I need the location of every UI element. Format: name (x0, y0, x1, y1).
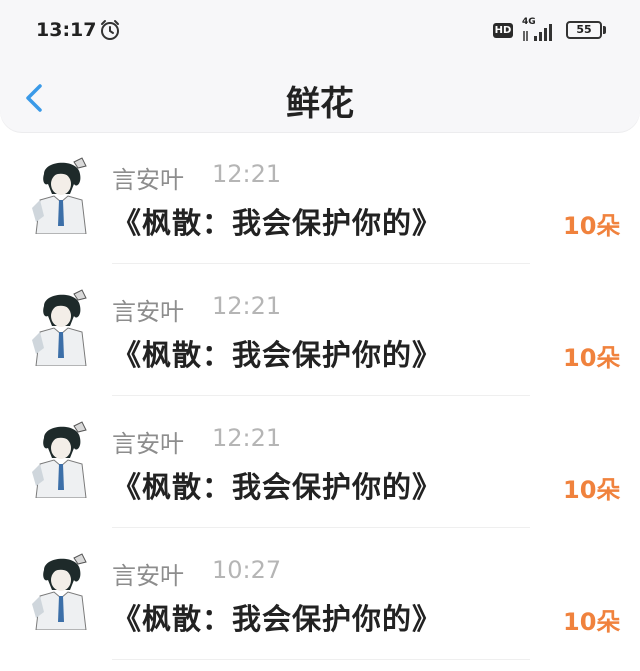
send-time: 12:21 (212, 424, 282, 452)
send-time: 12:21 (212, 292, 282, 320)
row-divider (112, 659, 530, 660)
avatar[interactable] (30, 154, 92, 234)
avatar[interactable] (30, 418, 92, 498)
flower-record-list: 言安叶 12:21 《枫散：我会保护你的》 10朵 言安叶 12:21 《枫散：… (0, 132, 640, 660)
page-title: 鲜花 (286, 84, 354, 124)
list-item[interactable]: 言安叶 12:21 《枫散：我会保护你的》 10朵 (0, 396, 640, 528)
sender-name: 言安叶 (112, 562, 184, 590)
sender-name: 言安叶 (112, 430, 184, 458)
flower-count: 10朵 (563, 344, 621, 372)
battery-level: 55 (576, 23, 592, 36)
flower-count: 10朵 (563, 212, 621, 240)
send-time: 12:21 (212, 160, 282, 188)
battery-cap (603, 26, 606, 34)
avatar[interactable] (30, 550, 92, 630)
clock-time: 13:17 (36, 19, 97, 41)
list-item[interactable]: 言安叶 12:21 《枫散：我会保护你的》 10朵 (0, 132, 640, 264)
gift-title: 《枫散：我会保护你的》 (112, 470, 443, 504)
gift-title: 《枫散：我会保护你的》 (112, 602, 443, 636)
hd-voice-badge: HD (493, 23, 513, 38)
list-item[interactable]: 言安叶 10:27 《枫散：我会保护你的》 10朵 (0, 528, 640, 660)
page-header: 鲜花 (0, 62, 640, 132)
avatar[interactable] (30, 286, 92, 366)
status-bar: 13:17 HD 4G 55 (0, 0, 640, 62)
flower-count: 10朵 (563, 476, 621, 504)
battery-icon: 55 (566, 21, 602, 39)
send-time: 10:27 (212, 556, 282, 584)
signal-icon: 4G (522, 17, 558, 43)
sender-name: 言安叶 (112, 166, 184, 194)
list-item[interactable]: 言安叶 12:21 《枫散：我会保护你的》 10朵 (0, 264, 640, 396)
sender-name: 言安叶 (112, 298, 184, 326)
alarm-clock-icon (101, 20, 119, 40)
flower-count: 10朵 (563, 608, 621, 636)
gift-title: 《枫散：我会保护你的》 (112, 206, 443, 240)
gift-title: 《枫散：我会保护你的》 (112, 338, 443, 372)
